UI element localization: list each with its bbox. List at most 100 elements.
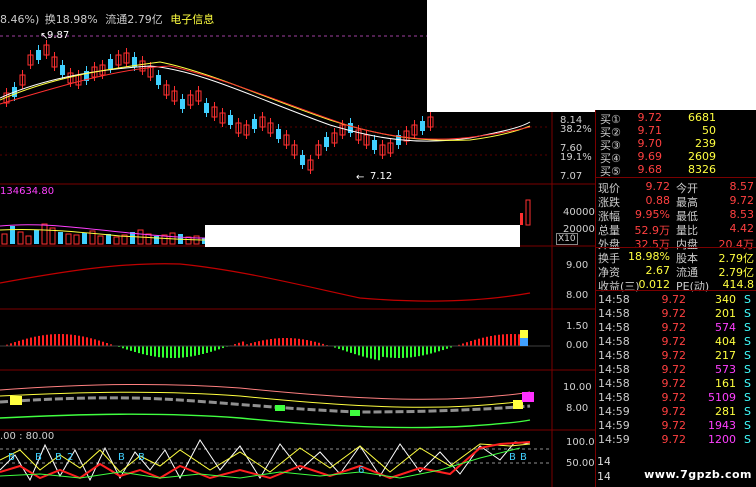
macd-bar	[494, 335, 496, 346]
order-volume: 50	[702, 124, 716, 137]
macd-bar	[58, 334, 60, 346]
stat-label: PE(动)	[676, 280, 710, 293]
macd-bar	[154, 346, 156, 357]
low-price-label: 7.12	[370, 171, 393, 182]
tick-volume: 340	[715, 293, 736, 306]
macd-bar	[30, 337, 32, 346]
macd-bar	[394, 346, 396, 358]
order-row[interactable]: 买③ 9.70 239	[596, 137, 756, 152]
macd-bar	[510, 334, 512, 346]
macd-bar	[426, 346, 428, 355]
order-price: 9.68	[637, 163, 663, 176]
order-row[interactable]: 买⑤ 9.68 8326	[596, 163, 756, 178]
macd-bar	[34, 336, 36, 346]
macd-bar	[430, 346, 432, 354]
macd-bar	[514, 334, 516, 346]
order-row[interactable]: 买④ 9.69 2609	[596, 150, 756, 165]
volume-label: 134634.80	[0, 186, 55, 197]
macd-bar	[158, 346, 160, 358]
macd-bar	[102, 341, 104, 346]
macd-bar	[214, 346, 216, 351]
macd-bar	[22, 339, 24, 346]
volume-bar	[41, 223, 48, 245]
quote-value: 9.72	[645, 180, 671, 193]
macd-bar	[90, 338, 92, 346]
macd-bar	[134, 346, 136, 353]
macd-bar	[166, 346, 168, 358]
vol-axis-x10: X10	[556, 233, 578, 245]
tick-row: 14:58 9.72 217 S	[596, 349, 756, 362]
macd-bar	[482, 337, 484, 346]
blank-area	[205, 225, 520, 247]
macd-bar	[54, 334, 56, 346]
b-mark: B	[35, 452, 42, 463]
order-price: 9.72	[637, 111, 663, 124]
tick-volume: 161	[715, 377, 736, 390]
macd-bar	[178, 346, 180, 358]
tick-row: 14:58 9.72 340 S	[596, 293, 756, 306]
partial-tick: 14	[597, 470, 611, 483]
macd-bar	[262, 340, 264, 346]
volume-bar	[73, 234, 80, 245]
tick-row: 14:58 9.72 573 S	[596, 363, 756, 376]
macd-bar	[138, 346, 140, 354]
volume-bar	[65, 233, 72, 245]
high-price-label: 9.87	[47, 30, 70, 41]
tick-price: 9.72	[661, 391, 687, 404]
macd-bar	[342, 346, 344, 351]
tick-volume: 404	[715, 335, 736, 348]
b-mark: B	[118, 452, 125, 463]
stats-row: 换手 18.98% 股本 2.79亿	[596, 250, 756, 265]
macd-bar	[478, 338, 480, 346]
macd-bar	[366, 346, 368, 358]
macd-bar	[94, 339, 96, 346]
macd-bar	[266, 339, 268, 346]
quote-row: 涨幅 9.95% 最低 8.53	[596, 208, 756, 223]
quote-value: 8.53	[729, 208, 755, 221]
macd-bar	[390, 346, 392, 358]
p6-axis-2: 50.00	[566, 458, 595, 469]
macd-bar	[130, 346, 132, 351]
macd-bar	[350, 346, 352, 353]
vol-axis-1: 40000	[563, 207, 595, 218]
macd-bar	[78, 335, 80, 346]
macd-bar	[398, 346, 400, 358]
order-volume: 8326	[688, 163, 716, 176]
tick-time: 14:58	[598, 349, 630, 362]
tick-volume: 1200	[708, 433, 736, 446]
b-mark: B	[138, 452, 145, 463]
macd-bar	[210, 346, 212, 352]
tick-time: 14:58	[598, 377, 630, 390]
macd-bar	[298, 338, 300, 346]
tick-row: 14:59 9.72 1943 S	[596, 419, 756, 432]
p3-axis-2: 8.00	[566, 290, 589, 301]
low-arrow: ←	[356, 172, 364, 183]
watermark: www.7gpzb.com	[644, 468, 752, 481]
candlesticks	[3, 40, 434, 174]
chart-area[interactable]: 8.46%) 换18.98% 流通2.79亿 电子信息 ↖ ← 9.87 7.1…	[0, 0, 595, 487]
quote-value: 9.95%	[635, 208, 670, 221]
volume-bar	[58, 232, 63, 244]
macd-bar	[254, 342, 256, 346]
tick-volume: 573	[715, 363, 736, 376]
macd-bar	[14, 342, 16, 346]
macd-bar	[294, 338, 296, 346]
macd-bar	[518, 334, 520, 346]
p5-axis-1: 10.00	[563, 382, 592, 393]
volume-bar	[34, 230, 39, 244]
tick-price: 9.72	[661, 405, 687, 418]
tick-price: 9.72	[661, 433, 687, 446]
macd-bar	[170, 346, 172, 358]
tick-flag: S	[744, 377, 751, 390]
macd-bar	[26, 338, 28, 346]
order-row[interactable]: 买① 9.72 6681	[596, 111, 756, 126]
tick-volume: 201	[715, 307, 736, 320]
macd-bar	[190, 346, 192, 357]
order-row[interactable]: 买② 9.71 50	[596, 124, 756, 139]
tick-time: 14:59	[598, 433, 630, 446]
macd-bar	[290, 338, 292, 346]
tick-flag: S	[744, 349, 751, 362]
blank-area	[427, 0, 595, 112]
macd-bar	[382, 346, 384, 357]
tick-flag: S	[744, 433, 751, 446]
